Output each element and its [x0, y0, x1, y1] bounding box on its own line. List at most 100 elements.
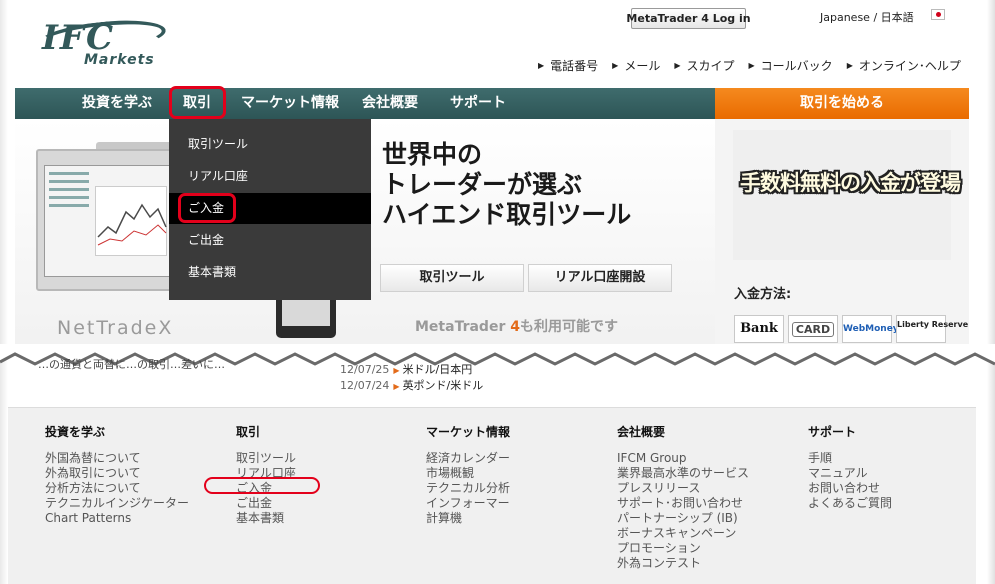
footer-link[interactable]: テクニカル分析: [426, 481, 510, 496]
footer-link[interactable]: インフォーマー: [426, 496, 510, 511]
top-link-label: コールバック: [760, 59, 833, 73]
footer-link[interactable]: 経済カレンダー: [426, 451, 510, 466]
mt4-note-number: 4: [510, 319, 520, 335]
nav-item-company[interactable]: 会社概要: [362, 88, 418, 119]
footer-column-support: サポート 手順 マニュアル お問い合わせ よくあるご質問: [808, 423, 892, 511]
footer-link[interactable]: パートナーシップ (IB): [617, 511, 749, 526]
webmoney-payment-icon[interactable]: WebMoney: [842, 315, 899, 343]
mt4-login-button[interactable]: MetaTrader 4 Log in: [626, 8, 751, 29]
footer-link[interactable]: 外為コンテスト: [617, 556, 749, 571]
headline-line: トレーダーが選ぶ: [382, 170, 583, 199]
card-payment-icon[interactable]: CARD: [788, 315, 838, 343]
highlight-footer-deposit: [204, 477, 320, 494]
footer-column-title: 取引: [236, 425, 261, 439]
right-shadow: [987, 0, 995, 584]
dropdown-item-trading-tools[interactable]: 取引ツール: [169, 129, 371, 160]
page: IFC Markets MetaTrader 4 Log in Japanese…: [0, 0, 995, 584]
arrow-right-icon: ▶: [538, 61, 545, 70]
mt4-note-prefix: MetaTrader: [415, 319, 511, 335]
highlight-dropdown-deposit: [178, 193, 236, 223]
footer-link[interactable]: 基本書類: [236, 511, 296, 526]
chart-panel: [95, 186, 167, 256]
top-link-label: 電話番号: [550, 59, 599, 73]
top-link-online-help[interactable]: ▶ オンライン･ヘルプ: [847, 57, 961, 74]
screen-row: [49, 196, 89, 199]
news-date: 12/07/24: [340, 379, 390, 392]
footer-link[interactable]: 取引ツール: [236, 451, 296, 466]
logo-subtext: Markets: [84, 52, 155, 68]
nettradex-logo: NetTradeX: [57, 317, 174, 339]
footer-link[interactable]: サポート･お問い合わせ: [617, 496, 749, 511]
footer-link[interactable]: Chart Patterns: [45, 511, 189, 526]
footer-column-title: サポート: [808, 425, 857, 439]
arrow-right-icon: ▶: [612, 61, 619, 70]
price-chart-icon: [97, 203, 167, 246]
screen-row: [49, 188, 89, 191]
top-links: ▶ 電話番号 ▶ メール ▶ スカイプ ▶ コールバック ▶ オンライン･ヘルプ: [538, 57, 961, 74]
dropdown-item-documents[interactable]: 基本書類: [169, 257, 371, 288]
liberty-reserve-payment-icon[interactable]: Liberty Reserve: [896, 315, 968, 343]
trading-tools-button[interactable]: 取引ツール: [380, 264, 524, 292]
platform-screen: [44, 165, 172, 277]
footer-link[interactable]: 外国為替について: [45, 451, 189, 466]
headline-line: ハイエンド取引ツール: [382, 200, 632, 229]
top-link-label: メール: [624, 59, 661, 73]
screen-row: [49, 180, 89, 183]
news-date: 12/07/25: [340, 363, 390, 376]
nav-item-support[interactable]: サポート: [450, 88, 506, 119]
footer-link[interactable]: ご出金: [236, 496, 296, 511]
arrow-right-icon: ▶: [674, 61, 681, 70]
footer-link[interactable]: よくあるご質問: [808, 496, 892, 511]
top-link-skype[interactable]: ▶ スカイプ: [674, 57, 734, 74]
headline-line: 世界中の: [382, 140, 483, 169]
footer-column-title: 会社概要: [617, 425, 666, 439]
footer-link[interactable]: 分析方法について: [45, 481, 189, 496]
footer-link[interactable]: 市場概観: [426, 466, 510, 481]
left-shadow: [0, 0, 8, 584]
footer-link[interactable]: 手順: [808, 451, 892, 466]
open-real-account-button[interactable]: リアル口座開設: [528, 264, 672, 292]
dropdown-item-real-account[interactable]: リアル口座: [169, 161, 371, 192]
language-selector[interactable]: Japanese / 日本語: [820, 9, 914, 25]
top-link-phone[interactable]: ▶ 電話番号: [538, 57, 598, 74]
top-link-label: スカイプ: [686, 59, 735, 73]
screen-row: [49, 204, 89, 207]
footer-link[interactable]: テクニカルインジケーター: [45, 496, 189, 511]
footer-link[interactable]: 外為取引について: [45, 466, 189, 481]
footer-link[interactable]: マニュアル: [808, 466, 892, 481]
start-trading-button[interactable]: 取引を始める: [715, 88, 969, 119]
nav-item-learn[interactable]: 投資を学ぶ: [82, 88, 152, 119]
footer-link[interactable]: お問い合わせ: [808, 481, 892, 496]
dropdown-item-withdrawal[interactable]: ご出金: [169, 225, 371, 256]
deposit-methods-label: 入金方法:: [734, 287, 792, 302]
promo-text: 手数料無料の入金が登場: [740, 171, 961, 195]
highlight-nav-trading: [169, 86, 226, 119]
trading-platform-screenshot: [36, 149, 181, 291]
japan-flag-icon[interactable]: [931, 9, 945, 20]
news-title: 米ドル/日本円: [402, 363, 473, 376]
bank-payment-icon[interactable]: Bank: [734, 315, 784, 343]
top-link-mail[interactable]: ▶ メール: [612, 57, 660, 74]
footer-link[interactable]: プロモーション: [617, 541, 749, 556]
footer-link[interactable]: 計算機: [426, 511, 510, 526]
news-list: 12/07/25 ▶ 米ドル/日本円 12/07/24 ▶ 英ポンド/米ドル: [340, 362, 483, 394]
nav-item-market-info[interactable]: マーケット情報: [241, 88, 339, 119]
footer-link[interactable]: IFCM Group: [617, 451, 749, 466]
card-label: CARD: [791, 322, 835, 337]
hero-headline: 世界中の トレーダーが選ぶ ハイエンド取引ツール: [382, 140, 631, 230]
screen-row: [49, 172, 89, 175]
top-link-callback[interactable]: ▶ コールバック: [749, 57, 833, 74]
arrow-right-icon: ▶: [393, 366, 400, 375]
ifc-markets-logo[interactable]: IFC Markets: [36, 12, 170, 70]
footer-link[interactable]: ボーナスキャンペーン: [617, 526, 749, 541]
footer-link[interactable]: プレスリリース: [617, 481, 749, 496]
main-nav: 投資を学ぶ 取引 マーケット情報 会社概要 サポート: [15, 88, 715, 119]
mt4-available-note: MetaTrader 4も利用可能です: [415, 316, 618, 336]
footer-column-trading: 取引 取引ツール リアル口座 ご入金 ご出金 基本書類: [236, 423, 296, 526]
footer-column-market-info: マーケット情報 経済カレンダー 市場概観 テクニカル分析 インフォーマー 計算機: [426, 423, 510, 526]
footer-link[interactable]: 業界最高水準のサービス: [617, 466, 749, 481]
news-item[interactable]: 12/07/24 ▶ 英ポンド/米ドル: [340, 378, 483, 394]
top-link-label: オンライン･ヘルプ: [858, 59, 961, 73]
footer-column-company: 会社概要 IFCM Group 業界最高水準のサービス プレスリリース サポート…: [617, 423, 749, 571]
news-item[interactable]: 12/07/25 ▶ 米ドル/日本円: [340, 362, 483, 378]
